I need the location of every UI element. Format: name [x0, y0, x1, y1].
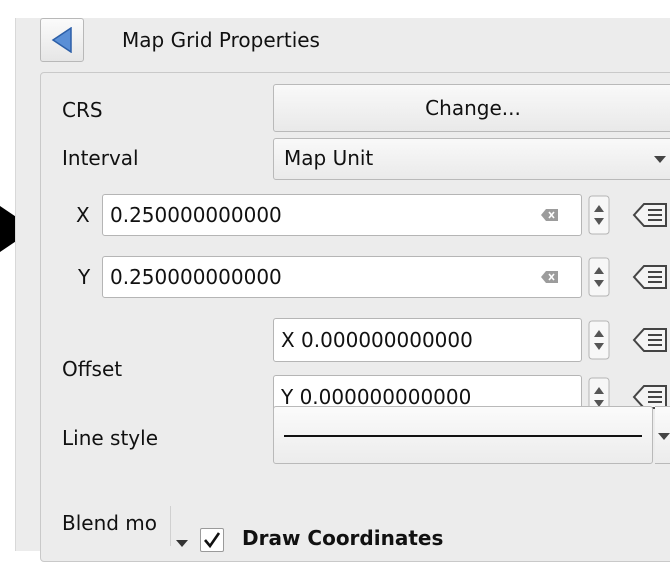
offset-x-value: X 0.000000000000 [281, 328, 473, 352]
draw-coordinates-label: Draw Coordinates [242, 526, 444, 550]
interval-y-label: Y [78, 265, 91, 289]
back-arrow-icon [51, 27, 72, 53]
draw-coordinates-checkbox[interactable] [200, 528, 224, 552]
line-style-button[interactable] [273, 406, 653, 464]
crs-change-button[interactable]: Change... [273, 84, 670, 132]
interval-y-spinner[interactable] [588, 257, 610, 297]
interval-y-input[interactable]: 0.250000000000 [102, 256, 582, 298]
offset-x-input[interactable]: X 0.000000000000 [273, 318, 582, 362]
interval-label: Interval [62, 146, 139, 170]
data-defined-override-icon[interactable] [632, 262, 670, 296]
offset-label: Offset [62, 357, 123, 381]
divider [170, 506, 171, 546]
line-style-dropdown-button[interactable] [655, 406, 670, 464]
blend-mode-label: Blend mo [62, 511, 158, 535]
interval-x-label: X [76, 203, 90, 227]
chevron-down-icon [654, 156, 666, 163]
checkmark-icon [204, 532, 221, 549]
interval-x-input[interactable]: 0.250000000000 [102, 194, 582, 236]
interval-unit-select[interactable]: Map Unit [273, 138, 670, 180]
interval-y-value: 0.250000000000 [110, 265, 282, 289]
interval-x-spinner[interactable] [588, 195, 610, 235]
chevron-down-icon [658, 433, 670, 440]
panel-title: Map Grid Properties [122, 28, 320, 52]
offset-x-spinner[interactable] [588, 320, 610, 360]
interval-unit-value: Map Unit [284, 146, 374, 170]
back-button[interactable] [40, 18, 84, 62]
dock-top-strip [15, 0, 670, 18]
interval-x-value: 0.250000000000 [110, 203, 282, 227]
data-defined-override-icon[interactable] [632, 325, 670, 359]
left-gutter [0, 0, 15, 551]
clear-icon[interactable] [541, 209, 559, 221]
crs-label: CRS [62, 98, 103, 122]
line-style-preview [284, 435, 642, 437]
data-defined-override-icon[interactable] [632, 200, 670, 234]
line-style-label: Line style [62, 426, 158, 450]
collapse-triangle-icon[interactable] [176, 540, 188, 547]
clear-icon[interactable] [541, 271, 559, 283]
